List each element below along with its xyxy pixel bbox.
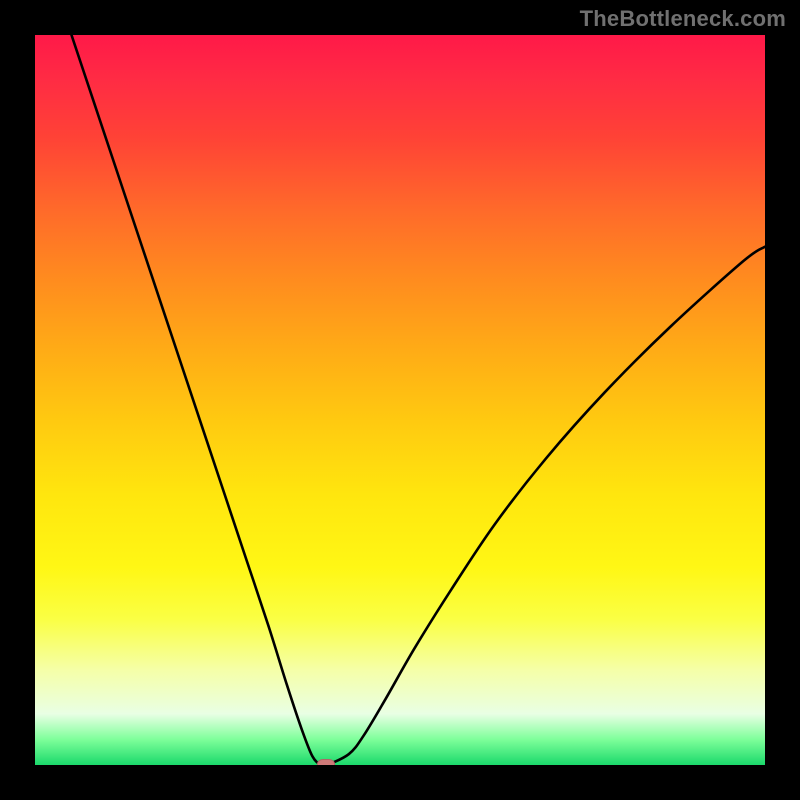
plot-area bbox=[35, 35, 765, 765]
bottleneck-curve bbox=[72, 35, 766, 765]
chart-stage: TheBottleneck.com bbox=[0, 0, 800, 800]
curve-svg bbox=[35, 35, 765, 765]
optimum-marker bbox=[317, 759, 335, 765]
watermark-text: TheBottleneck.com bbox=[580, 6, 786, 32]
